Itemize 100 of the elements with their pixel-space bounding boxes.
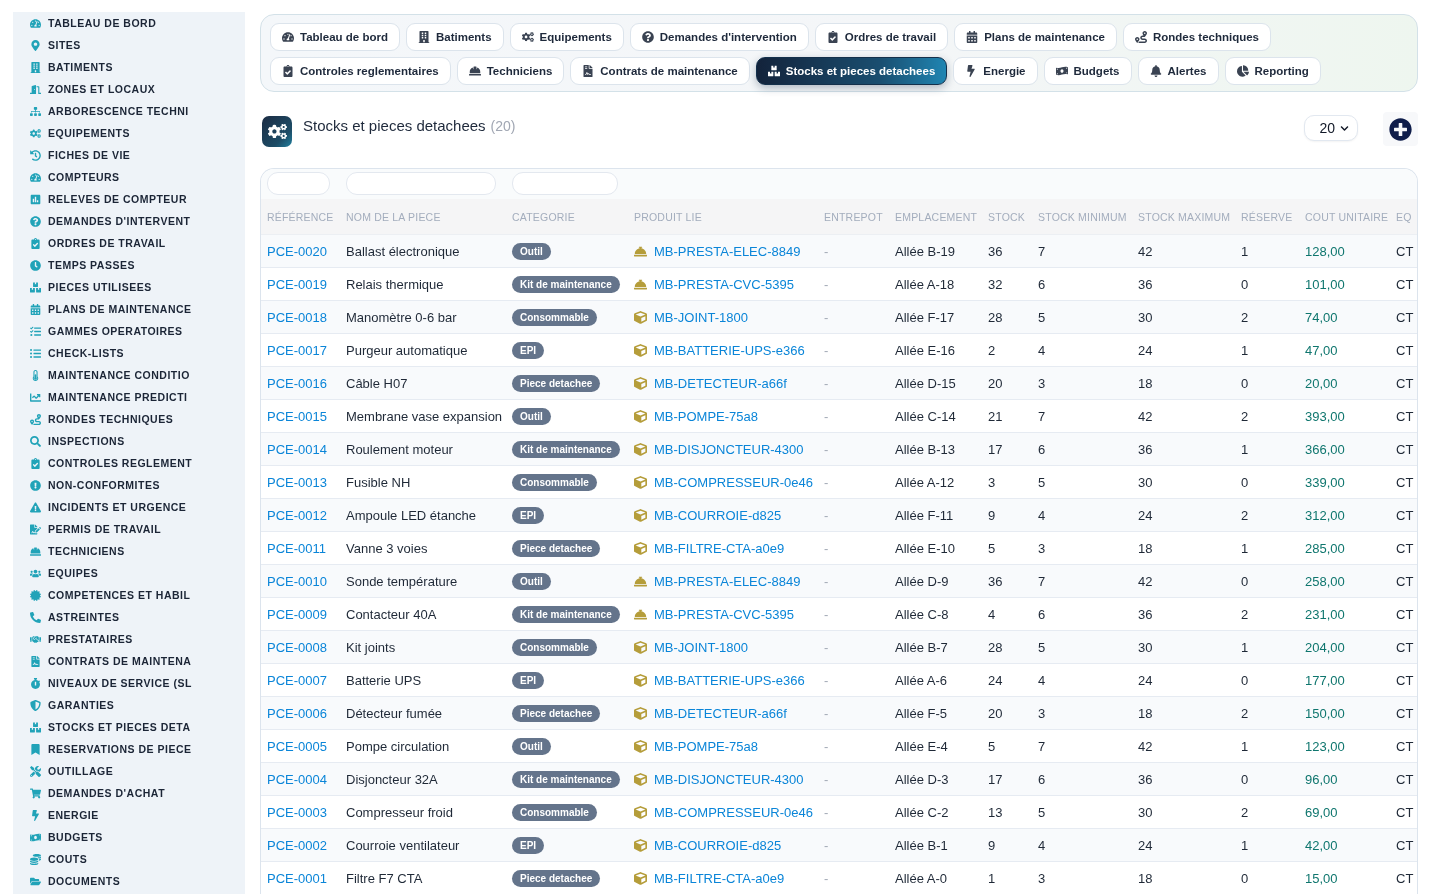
nav-tab[interactable]: Techniciens <box>456 57 565 85</box>
nav-tab[interactable]: Tableau de bord <box>270 23 400 51</box>
nav-tab[interactable]: Controles reglementaires <box>270 57 451 85</box>
nav-tab[interactable]: Demandes d'intervention <box>629 23 809 51</box>
sidebar-item[interactable]: FICHES DE VIE <box>29 144 131 166</box>
reference-link[interactable]: PCE-0002 <box>267 837 327 853</box>
sidebar-item[interactable]: PRESTATAIRES <box>29 628 133 650</box>
nav-tab[interactable]: Plans de maintenance <box>954 23 1117 51</box>
sidebar-item[interactable]: PLANS DE MAINTENANCE <box>29 298 192 320</box>
reference-link[interactable]: PCE-0012 <box>267 507 327 523</box>
product-link[interactable]: MB-COMPRESSEUR-0e46 <box>654 804 813 820</box>
sidebar-item[interactable]: STOCKS ET PIECES DETA <box>29 716 191 738</box>
product-link[interactable]: MB-BATTERIE-UPS-e366 <box>654 672 805 688</box>
nav-tab[interactable]: Stocks et pieces detachees <box>755 57 948 85</box>
sidebar-item[interactable]: OUTILLAGE <box>29 760 114 782</box>
reference-link[interactable]: PCE-0004 <box>267 771 327 787</box>
product-link[interactable]: MB-JOINT-1800 <box>654 639 748 655</box>
sidebar-item[interactable]: BUDGETS <box>29 826 103 848</box>
sidebar-item[interactable]: ENERGIE <box>29 804 99 826</box>
reference-link[interactable]: PCE-0003 <box>267 804 327 820</box>
product-link[interactable]: MB-PRESTA-CVC-5395 <box>654 606 794 622</box>
sidebar-item[interactable]: DEMANDES D'INTERVENT <box>29 210 191 232</box>
nav-tab[interactable]: Budgets <box>1043 57 1132 85</box>
sidebar-item[interactable]: CONTROLES REGLEMENT <box>29 452 193 474</box>
sidebar-item[interactable]: MAINTENANCE CONDITIO <box>29 364 190 386</box>
page-size-select[interactable]: 20 <box>1304 115 1358 141</box>
sidebar-item[interactable]: EQUIPES <box>29 562 99 584</box>
nav-tab[interactable]: Rondes techniques <box>1122 23 1271 51</box>
reference-link[interactable]: PCE-0005 <box>267 738 327 754</box>
reference-link[interactable]: PCE-0011 <box>267 540 326 556</box>
filter-input[interactable] <box>346 172 496 195</box>
nav-tab[interactable]: Alertes <box>1137 57 1219 85</box>
sidebar-item[interactable]: TEMPS PASSES <box>29 254 135 276</box>
sidebar-item[interactable]: PIECES UTILISEES <box>29 276 152 298</box>
filter-input[interactable] <box>512 172 618 195</box>
sidebar-item[interactable]: CONTRATS DE MAINTENA <box>29 650 192 672</box>
product-link[interactable]: MB-COMPRESSEUR-0e46 <box>654 474 813 490</box>
product-link[interactable]: MB-BATTERIE-UPS-e366 <box>654 342 805 358</box>
reference-link[interactable]: PCE-0018 <box>267 309 327 325</box>
sidebar-item[interactable]: RONDES TECHNIQUES <box>29 408 174 430</box>
nav-tab[interactable]: Contrats de maintenance <box>570 57 750 85</box>
sidebar-item[interactable]: NIVEAUX DE SERVICE (SL <box>29 672 192 694</box>
sidebar-item[interactable]: TECHNICIENS <box>29 540 125 562</box>
product-link[interactable]: MB-PRESTA-ELEC-8849 <box>654 573 801 589</box>
reference-link[interactable]: PCE-0015 <box>267 408 327 424</box>
sidebar-item[interactable]: SITES <box>29 34 81 56</box>
reference-link[interactable]: PCE-0009 <box>267 606 327 622</box>
sidebar-item[interactable]: TABLEAU DE BORD <box>29 12 157 34</box>
sidebar-item[interactable]: MAINTENANCE PREDICTI <box>29 386 188 408</box>
sidebar-item[interactable]: RELEVES DE COMPTEUR <box>29 188 188 210</box>
nav-tab[interactable]: Energie <box>953 57 1038 85</box>
sidebar-item[interactable]: ARBORESCENCE TECHNI <box>29 100 189 122</box>
reference-link[interactable]: PCE-0010 <box>267 573 327 589</box>
product-link[interactable]: MB-FILTRE-CTA-a0e9 <box>654 540 785 556</box>
sidebar-item[interactable]: EQUIPEMENTS <box>29 122 130 144</box>
reference-link[interactable]: PCE-0019 <box>267 276 327 292</box>
nav-tab[interactable]: Equipements <box>509 23 624 51</box>
product-link[interactable]: MB-PRESTA-ELEC-8849 <box>654 243 801 259</box>
sidebar-item[interactable]: DEMANDES D'ACHAT <box>29 782 166 804</box>
sidebar-item[interactable]: RESERVATIONS DE PIECE <box>29 738 192 760</box>
sidebar-item[interactable]: COUTS <box>29 848 88 870</box>
sidebar-item[interactable]: GAMMES OPERATOIRES <box>29 320 183 342</box>
reference-link[interactable]: PCE-0007 <box>267 672 327 688</box>
sidebar-item[interactable]: NON-CONFORMITES <box>29 474 160 496</box>
nav-tab[interactable]: Ordres de travail <box>814 23 949 51</box>
sidebar-item[interactable]: ZONES ET LOCAUX <box>29 78 156 100</box>
product-link[interactable]: MB-POMPE-75a8 <box>654 408 759 424</box>
reference-link[interactable]: PCE-0016 <box>267 375 327 391</box>
nav-tab[interactable]: Reporting <box>1224 57 1321 85</box>
reference-link[interactable]: PCE-0001 <box>267 870 327 886</box>
reference-link[interactable]: PCE-0008 <box>267 639 327 655</box>
sidebar-item[interactable]: ASTREINTES <box>29 606 120 628</box>
product-link[interactable]: MB-DETECTEUR-a66f <box>654 375 787 391</box>
sidebar-item[interactable]: BATIMENTS <box>29 56 113 78</box>
product-link[interactable]: MB-COURROIE-d825 <box>654 507 782 523</box>
product-link[interactable]: MB-DISJONCTEUR-4300 <box>654 771 804 787</box>
reference-link[interactable]: PCE-0020 <box>267 243 327 259</box>
sidebar-item[interactable]: INSPECTIONS <box>29 430 125 452</box>
reference-link[interactable]: PCE-0014 <box>267 441 327 457</box>
sidebar-item[interactable]: GARANTIES <box>29 694 115 716</box>
product-link[interactable]: MB-FILTRE-CTA-a0e9 <box>654 870 785 886</box>
product-link[interactable]: MB-JOINT-1800 <box>654 309 748 325</box>
product-link[interactable]: MB-DISJONCTEUR-4300 <box>654 441 804 457</box>
sidebar-item[interactable]: COMPTEURS <box>29 166 120 188</box>
sidebar-item[interactable]: DOCUMENTS <box>29 870 121 892</box>
reference-link[interactable]: PCE-0017 <box>267 342 327 358</box>
product-link[interactable]: MB-DETECTEUR-a66f <box>654 705 787 721</box>
add-button[interactable] <box>1383 112 1418 146</box>
sidebar-item[interactable]: PERMIS DE TRAVAIL <box>29 518 162 540</box>
reference-link[interactable]: PCE-0013 <box>267 474 327 490</box>
product-link[interactable]: MB-COURROIE-d825 <box>654 837 782 853</box>
product-link[interactable]: MB-PRESTA-CVC-5395 <box>654 276 794 292</box>
nav-tab[interactable]: Batiments <box>405 23 504 51</box>
filter-input[interactable] <box>267 172 330 195</box>
product-link[interactable]: MB-POMPE-75a8 <box>654 738 759 754</box>
sidebar-item[interactable]: ORDRES DE TRAVAIL <box>29 232 166 254</box>
sidebar-item[interactable]: CHECK-LISTS <box>29 342 125 364</box>
reference-link[interactable]: PCE-0006 <box>267 705 327 721</box>
sidebar-item[interactable]: INCIDENTS ET URGENCE <box>29 496 187 518</box>
sidebar-item[interactable]: COMPETENCES ET HABIL <box>29 584 191 606</box>
